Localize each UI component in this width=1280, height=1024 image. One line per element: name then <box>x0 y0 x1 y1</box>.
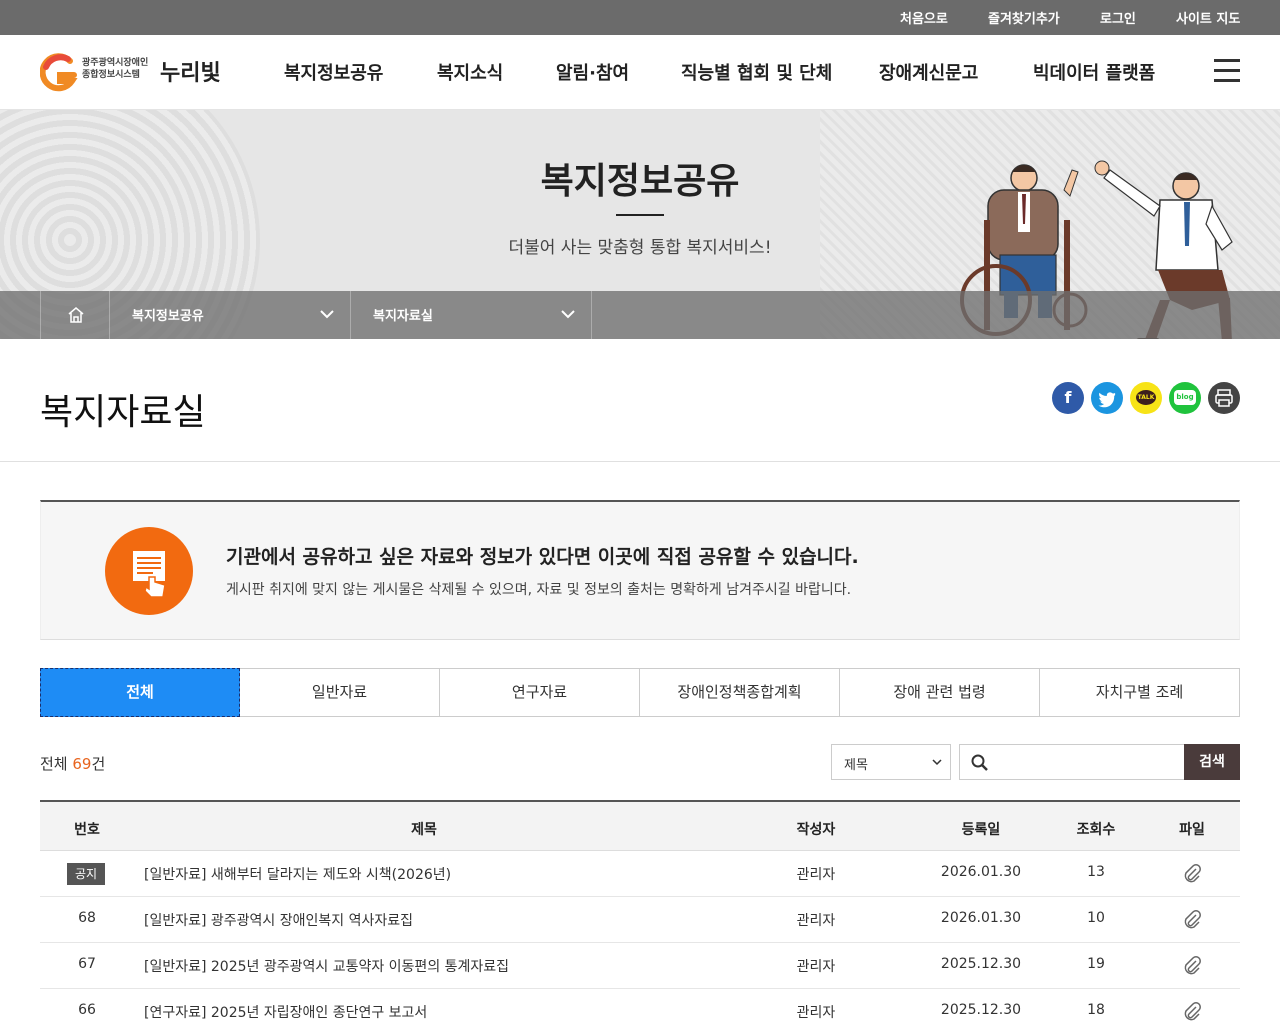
menu-icon[interactable] <box>1214 59 1240 83</box>
table-row[interactable]: 68 [일반자료] 광주광역시 장애인복지 역사자료집 관리자 2026.01.… <box>40 897 1240 943</box>
logo[interactable]: 광주광역시장애인 종합정보시스템 누리빛 <box>40 53 230 95</box>
banner-divider <box>616 214 664 216</box>
row-author: 관리자 <box>796 913 836 929</box>
location-depth1-select[interactable]: 복지정보공유 <box>110 291 351 339</box>
table-row[interactable]: 66 [연구자료] 2025년 자립장애인 종단연구 보고서 관리자 2025.… <box>40 989 1240 1024</box>
location-depth2-label: 복지자료실 <box>373 309 433 324</box>
row-date: 2025.12.30 <box>940 956 1022 972</box>
location-depth2-select[interactable]: 복지자료실 <box>351 291 592 339</box>
attachment-icon[interactable] <box>1181 1001 1203 1023</box>
login-link[interactable]: 로그인 <box>1100 8 1136 27</box>
col-views: 조회수 <box>1076 822 1116 838</box>
title-divider <box>0 461 1280 462</box>
header: 광주광역시장애인 종합정보시스템 누리빛 복지정보공유 복지소식 알림·참여 직… <box>0 35 1280 110</box>
nav-welfare-news[interactable]: 복지소식 <box>437 59 503 85</box>
tab-all[interactable]: 전체 <box>40 668 240 717</box>
sitemap-link[interactable]: 사이트 지도 <box>1176 8 1240 27</box>
nav-associations[interactable]: 직능별 협회 및 단체 <box>681 59 832 85</box>
row-views: 19 <box>1087 956 1105 972</box>
count-prefix: 전체 <box>40 755 73 773</box>
row-title[interactable]: [일반자료] 새해부터 달라지는 제도와 시책(2026년) <box>144 864 451 884</box>
notice-badge: 공지 <box>67 863 105 885</box>
search-input[interactable] <box>959 744 1185 780</box>
row-number: 68 <box>78 910 96 926</box>
chevron-down-icon <box>561 310 575 319</box>
logo-sub-line1: 광주광역시장애인 <box>82 58 149 68</box>
row-title[interactable]: [일반자료] 광주광역시 장애인복지 역사자료집 <box>144 910 413 930</box>
chevron-down-icon <box>320 310 334 319</box>
col-title: 제목 <box>411 822 437 838</box>
nav-bigdata[interactable]: 빅데이터 플랫폼 <box>1033 59 1155 85</box>
row-number: 67 <box>78 956 96 972</box>
kakaotalk-label: TALK <box>1137 394 1155 401</box>
utility-bar: 처음으로 즐겨찾기추가 로그인 사이트 지도 <box>0 0 1280 35</box>
attachment-icon[interactable] <box>1181 909 1203 931</box>
row-date: 2026.01.30 <box>940 864 1022 880</box>
twitter-share-button[interactable] <box>1091 382 1123 414</box>
nav-petition[interactable]: 장애계신문고 <box>879 59 978 85</box>
location-depth1-label: 복지정보공유 <box>132 309 204 324</box>
document-hand-icon <box>105 527 193 615</box>
col-number: 번호 <box>74 822 100 838</box>
logo-sub-line2: 종합정보시스템 <box>82 70 140 80</box>
logo-subtitle: 광주광역시장애인 종합정보시스템 <box>82 57 162 81</box>
search-field-value: 제목 <box>844 758 868 773</box>
twitter-icon <box>1098 392 1116 408</box>
tab-research[interactable]: 연구자료 <box>440 668 640 717</box>
col-file: 파일 <box>1179 822 1205 838</box>
count-suffix: 건 <box>91 755 106 773</box>
bookmark-link[interactable]: 즐겨찾기추가 <box>988 8 1060 27</box>
col-date: 등록일 <box>961 822 1001 838</box>
row-author: 관리자 <box>796 959 836 975</box>
facebook-share-button[interactable]: f <box>1052 382 1084 414</box>
row-author: 관리자 <box>796 1005 836 1021</box>
facebook-icon: f <box>1064 388 1072 407</box>
row-date: 2026.01.30 <box>940 910 1022 926</box>
blog-label: blog <box>1176 393 1194 401</box>
logo-title: 누리빛 <box>160 61 221 86</box>
row-views: 13 <box>1087 864 1105 880</box>
print-button[interactable] <box>1208 382 1240 414</box>
print-icon <box>1215 389 1233 407</box>
chevron-down-icon <box>932 759 942 766</box>
post-count: 전체 69건 <box>40 753 105 774</box>
row-title[interactable]: [일반자료] 2025년 광주광역시 교통약자 이동편의 통계자료집 <box>144 956 509 976</box>
logo-icon <box>40 53 78 92</box>
table-header: 번호 제목 작성자 등록일 조회수 파일 <box>40 800 1240 851</box>
home-icon <box>68 307 84 323</box>
info-description: 게시판 취지에 맞지 않는 게시물은 삭제될 수 있으며, 자료 및 정보의 출… <box>226 582 852 598</box>
row-views: 18 <box>1087 1002 1105 1018</box>
tab-policy-plan[interactable]: 장애인정책종합계획 <box>640 668 840 717</box>
col-author: 작성자 <box>796 822 836 838</box>
home-link[interactable]: 처음으로 <box>900 8 948 27</box>
nav-welfare-info[interactable]: 복지정보공유 <box>284 59 383 85</box>
search-icon <box>971 754 988 771</box>
blog-share-button[interactable]: blog <box>1169 382 1201 414</box>
nav-notice-participation[interactable]: 알림·참여 <box>556 59 629 85</box>
tab-general[interactable]: 일반자료 <box>240 668 440 717</box>
search-button[interactable]: 검색 <box>1184 744 1240 780</box>
category-tabs: 전체 일반자료 연구자료 장애인정책종합계획 장애 관련 법령 자치구별 조례 <box>40 668 1240 717</box>
count-number: 69 <box>72 755 92 773</box>
row-views: 10 <box>1087 910 1105 926</box>
location-bar: 복지정보공유 복지자료실 <box>0 291 1280 339</box>
tab-laws[interactable]: 장애 관련 법령 <box>840 668 1040 717</box>
sub-visual-banner: 복지정보공유 더불어 사는 맞춤형 통합 복지서비스! 복지정보공유 복지자료실 <box>0 110 1280 339</box>
board-info-box: 기관에서 공유하고 싶은 자료와 정보가 있다면 이곳에 직접 공유할 수 있습… <box>40 500 1240 640</box>
home-button[interactable] <box>40 291 110 339</box>
table-row[interactable]: 67 [일반자료] 2025년 광주광역시 교통약자 이동편의 통계자료집 관리… <box>40 943 1240 989</box>
search-field-select[interactable]: 제목 <box>831 744 951 780</box>
row-number: 66 <box>78 1002 96 1018</box>
table-row[interactable]: 공지 [일반자료] 새해부터 달라지는 제도와 시책(2026년) 관리자 20… <box>40 851 1240 897</box>
row-author: 관리자 <box>796 867 836 883</box>
tab-ordinances[interactable]: 자치구별 조례 <box>1040 668 1240 717</box>
row-date: 2025.12.30 <box>940 1002 1022 1018</box>
info-heading: 기관에서 공유하고 싶은 자료와 정보가 있다면 이곳에 직접 공유할 수 있습… <box>226 546 859 568</box>
kakaotalk-share-button[interactable]: TALK <box>1130 382 1162 414</box>
row-title[interactable]: [연구자료] 2025년 자립장애인 종단연구 보고서 <box>144 1002 427 1022</box>
attachment-icon[interactable] <box>1181 955 1203 977</box>
page-title: 복지자료실 <box>40 392 206 433</box>
attachment-icon[interactable] <box>1181 863 1203 885</box>
